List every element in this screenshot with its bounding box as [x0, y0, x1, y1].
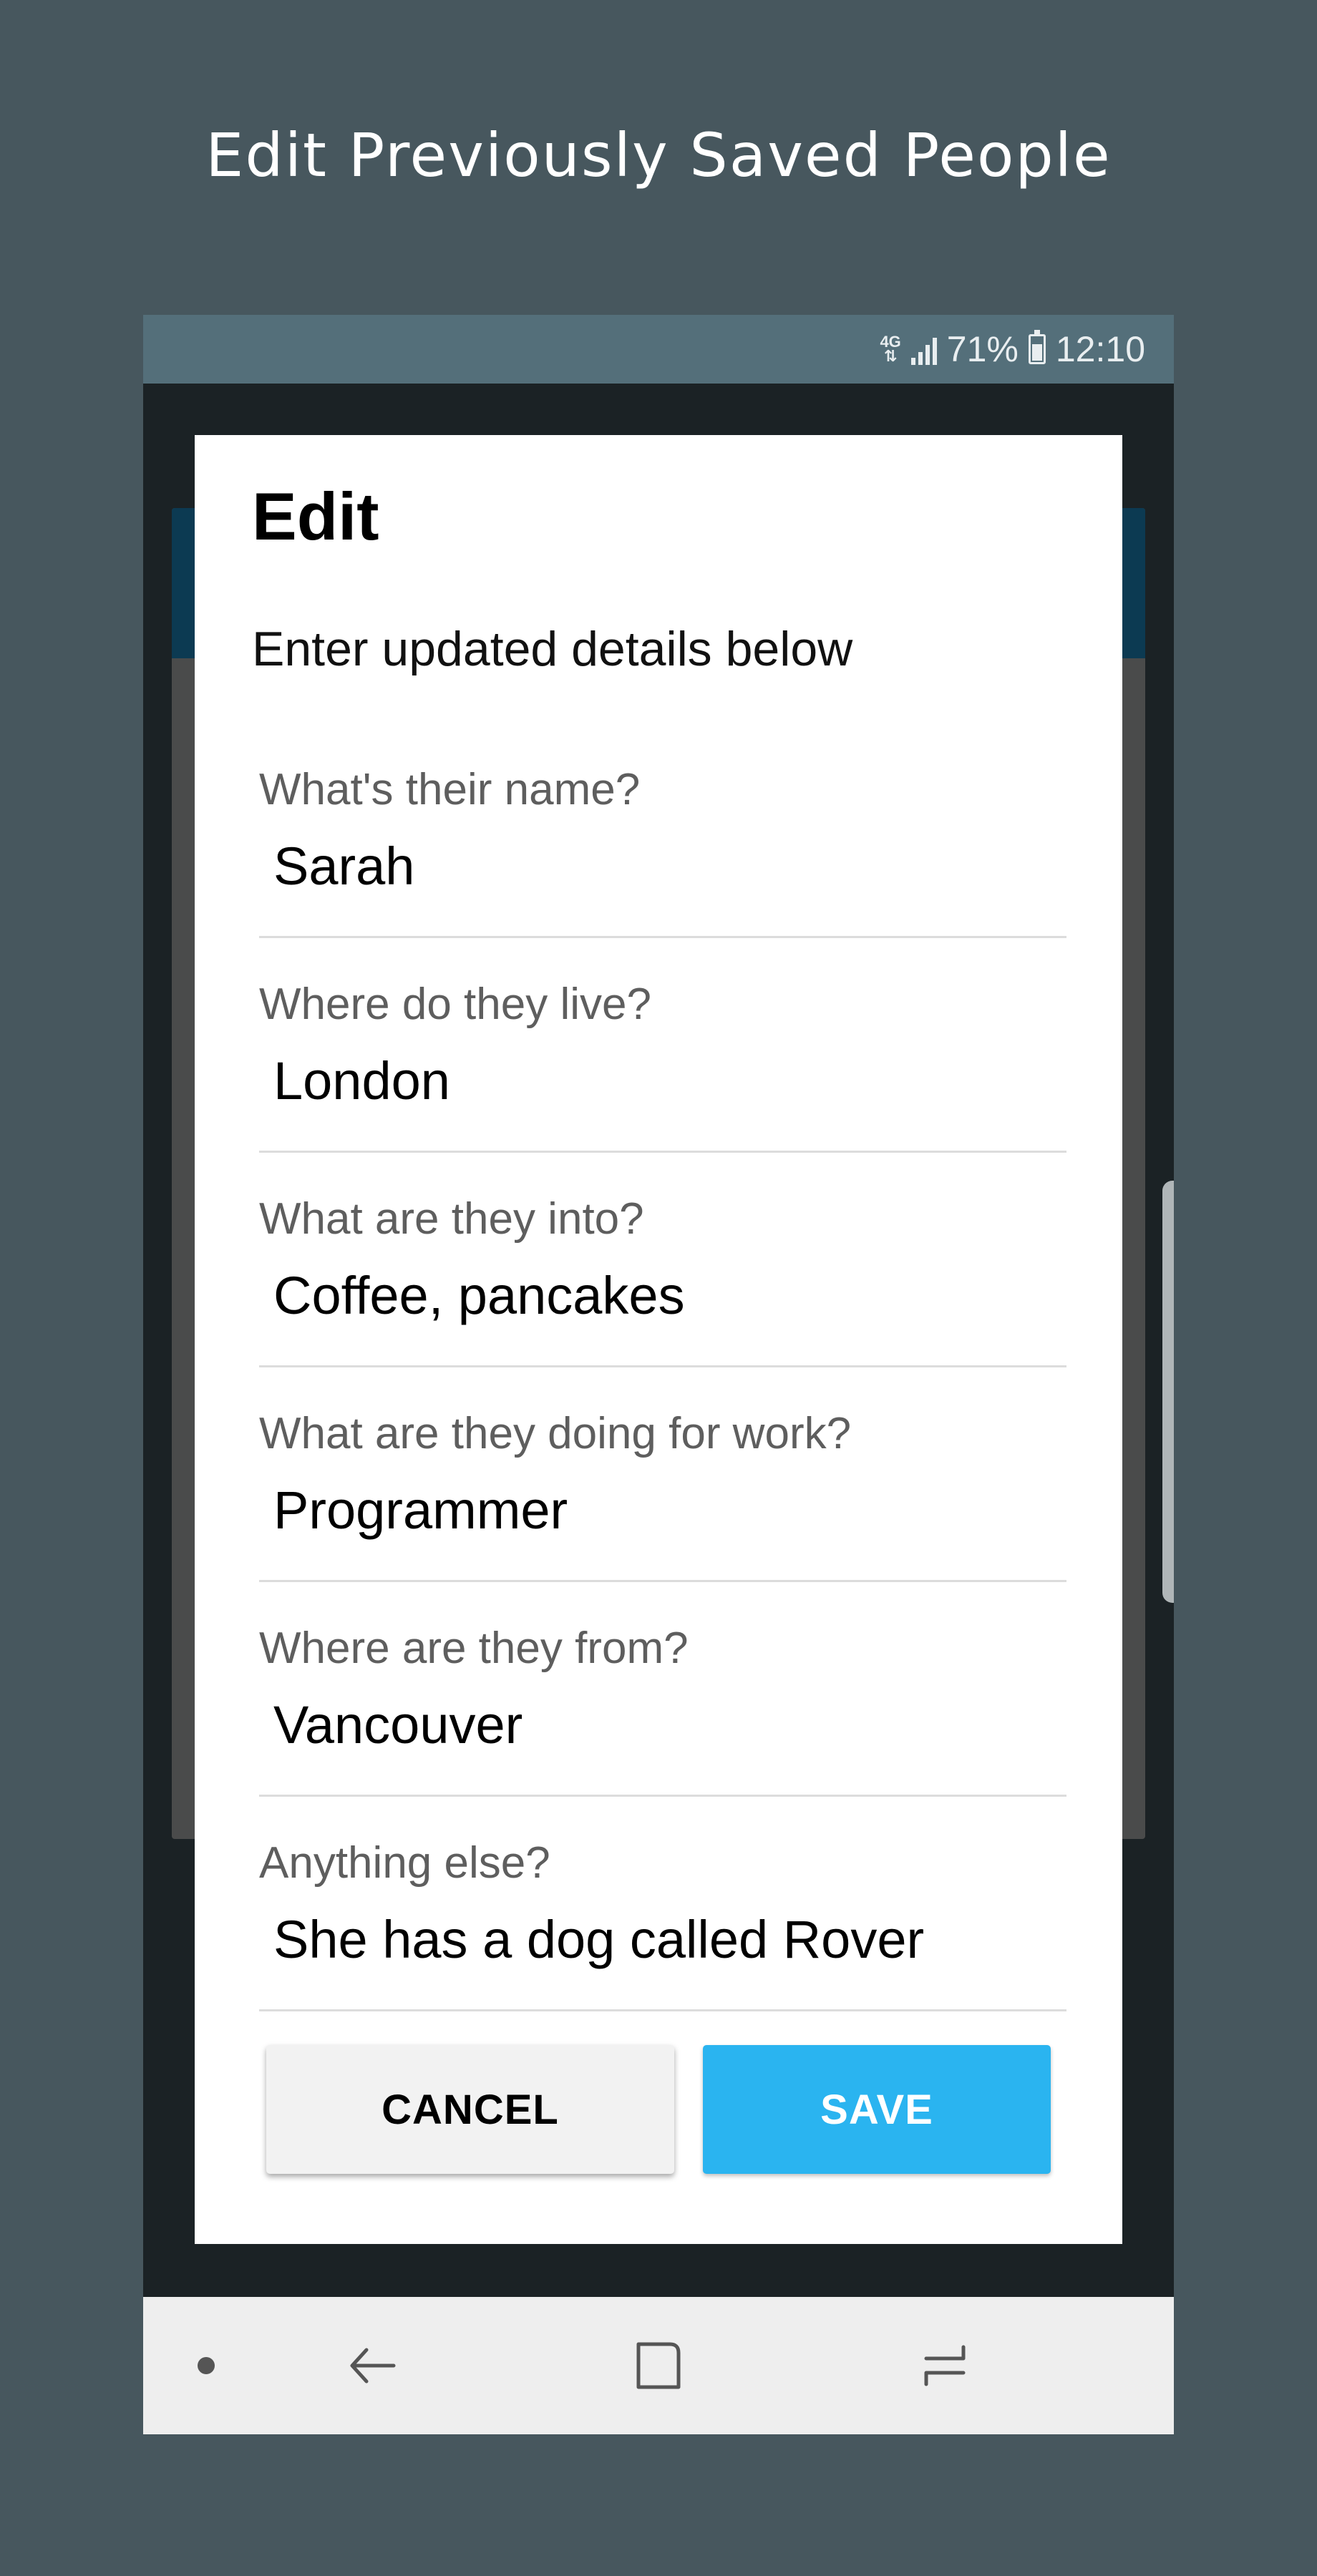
edit-dialog: Edit Enter updated details below What's … [195, 435, 1122, 2244]
dialog-subtitle: Enter updated details below [252, 622, 853, 676]
interests-field[interactable]: What are they into? Coffee, pancakes [259, 1151, 1066, 1367]
back-icon[interactable] [344, 2337, 401, 2394]
notes-field-value[interactable]: She has a dog called Rover [273, 1909, 924, 1970]
home-icon[interactable] [630, 2337, 687, 2394]
dialog-title: Edit [252, 479, 379, 554]
network-icon: 4G ⇅ [880, 333, 901, 365]
status-bar: 4G ⇅ 71% 12:10 [143, 315, 1174, 384]
menu-dot-icon[interactable] [198, 2357, 215, 2374]
location-field-label: Where do they live? [259, 980, 651, 1029]
work-field-label: What are they doing for work? [259, 1409, 852, 1458]
name-field[interactable]: What's their name? Sarah [259, 721, 1066, 938]
name-field-value[interactable]: Sarah [273, 836, 414, 897]
cancel-button[interactable]: CANCEL [266, 2045, 674, 2174]
phone-screen: 4G ⇅ 71% 12:10 Edit Enter updated detail… [143, 315, 1174, 2434]
work-field[interactable]: What are they doing for work? Programmer [259, 1365, 1066, 1582]
origin-field[interactable]: Where are they from? Vancouver [259, 1580, 1066, 1797]
location-field[interactable]: Where do they live? London [259, 936, 1066, 1153]
work-field-value[interactable]: Programmer [273, 1480, 568, 1541]
recents-icon[interactable] [916, 2337, 973, 2394]
interests-field-value[interactable]: Coffee, pancakes [273, 1265, 685, 1326]
signal-icon [910, 333, 937, 365]
location-field-value[interactable]: London [273, 1050, 450, 1111]
notes-field[interactable]: Anything else? She has a dog called Rove… [259, 1795, 1066, 2011]
interests-field-label: What are they into? [259, 1194, 644, 1244]
origin-field-value[interactable]: Vancouver [273, 1694, 523, 1755]
battery-icon [1028, 330, 1046, 364]
page-headline: Edit Previously Saved People [205, 120, 1112, 190]
navigation-bar [143, 2297, 1174, 2434]
clock: 12:10 [1055, 329, 1145, 369]
origin-field-label: Where are they from? [259, 1624, 689, 1673]
save-button[interactable]: SAVE [703, 2045, 1051, 2174]
name-field-label: What's their name? [259, 765, 641, 814]
status-indicators: 4G ⇅ 71% 12:10 [880, 315, 1145, 384]
notes-field-label: Anything else? [259, 1838, 550, 1888]
background-scroll-handle [1162, 1181, 1174, 1603]
battery-percent: 71% [946, 329, 1019, 369]
